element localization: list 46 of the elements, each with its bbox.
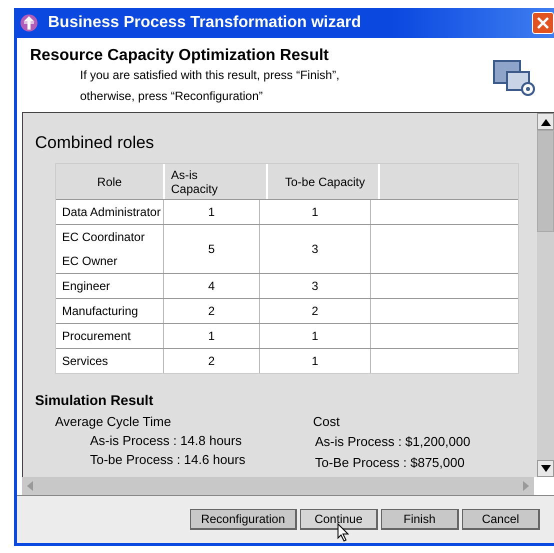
table-cell: 1 [260, 200, 371, 224]
horizontal-scrollbar[interactable] [22, 477, 534, 495]
table-cell: 1 [164, 324, 260, 348]
result-text: To-Be Process : $875,000 [314, 454, 466, 472]
table-cell: 4 [164, 274, 260, 298]
table-cell: 1 [164, 200, 260, 224]
instruction-text: If you are satisfied with this result, press “Finish”, [80, 67, 340, 84]
table-cell: Data Administrator [56, 200, 164, 224]
table-cell: 2 [260, 299, 371, 323]
table-cell: Services [56, 349, 164, 373]
vertical-scrollbar[interactable] [537, 113, 554, 477]
dialog-button[interactable]: Cancel [462, 509, 540, 530]
table-cell: 2 [164, 349, 260, 373]
group-title: Cost [313, 414, 341, 429]
table-cell: Procurement [56, 324, 164, 348]
scroll-right-icon[interactable] [521, 480, 531, 492]
column-header: As-is Capacity [165, 164, 268, 199]
close-button[interactable] [532, 12, 554, 34]
section-title: Simulation Result [35, 392, 154, 408]
dialog-button[interactable]: Finish [381, 509, 459, 530]
close-icon [536, 16, 550, 30]
result-text: As-is Process : 14.8 hours [89, 432, 243, 450]
scroll-left-icon[interactable] [25, 480, 35, 492]
table-cell: 3 [260, 274, 371, 298]
table-cell: 1 [260, 349, 371, 373]
scroll-down-icon[interactable] [540, 464, 550, 472]
group-title: Average Cycle Time [55, 414, 172, 429]
table-cell: 2 [164, 299, 260, 323]
instruction-text: otherwise, press “Reconfiguration” [80, 88, 264, 105]
page-heading: Resource Capacity Optimization Result [30, 47, 330, 65]
column-header: To-be Capacity [268, 164, 380, 199]
table-cell: 1 [260, 324, 371, 348]
window-title: Business Process Transformation wizard [48, 14, 361, 32]
app-icon [20, 14, 38, 32]
dialog-button[interactable]: Reconfiguration [190, 509, 297, 530]
table-cell: 5 [164, 225, 260, 273]
table-cell: 3 [260, 225, 371, 273]
result-text: To-be Process : 14.6 hours [89, 451, 246, 469]
table-cell: Engineer [56, 274, 164, 298]
result-text: As-is Process : $1,200,000 [314, 433, 472, 451]
section-title: Combined roles [35, 133, 156, 153]
mouse-pointer-icon [337, 523, 349, 542]
table-cell: EC Coordinator EC Owner [56, 225, 164, 273]
table-cell: Manufacturing [56, 299, 164, 323]
scroll-up-icon[interactable] [540, 118, 550, 126]
column-header: Role [56, 164, 165, 199]
